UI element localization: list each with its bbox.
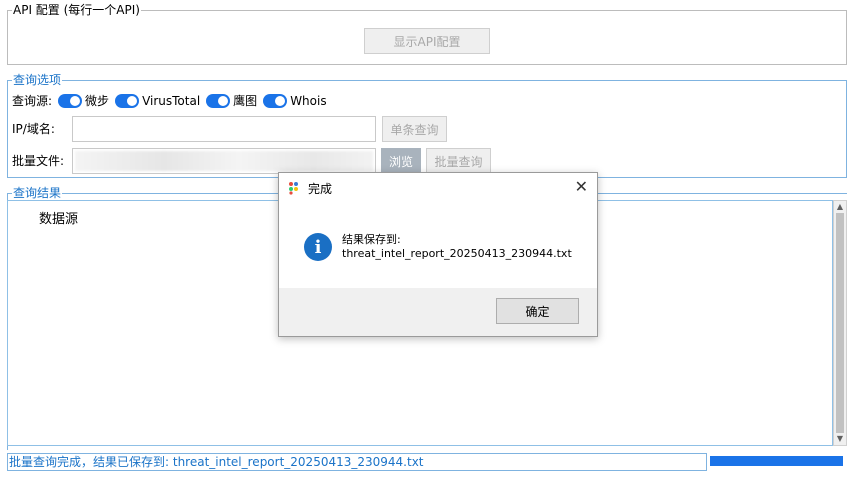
dialog-body: i 结果保存到: threat_intel_report_20250413_23… <box>279 203 597 288</box>
progress-bar <box>710 456 843 466</box>
completion-dialog: 完成 ✕ i 结果保存到: threat_intel_report_202504… <box>278 172 598 337</box>
query-options-legend: 查询选项 <box>12 73 63 87</box>
toggle-switch-icon[interactable] <box>263 94 288 108</box>
scroll-down-icon[interactable]: ▼ <box>834 434 846 444</box>
scrollbar-thumb[interactable] <box>836 213 844 433</box>
ok-button[interactable]: 确定 <box>496 298 579 324</box>
query-options-group: 查询选项 查询源: 微步 VirusTotal 鹰图 Whois IP/域名: … <box>7 73 847 178</box>
api-config-group: API 配置 (每行一个API) 显示API配置 <box>7 3 847 65</box>
source-label-whois: Whois <box>290 94 327 108</box>
scroll-up-icon[interactable]: ▲ <box>834 202 846 212</box>
ip-domain-input[interactable] <box>72 116 376 142</box>
dialog-titlebar: 完成 ✕ <box>279 173 597 203</box>
results-column-header: 数据源 <box>39 212 79 227</box>
source-option-yingtu[interactable]: 鹰图 <box>206 93 257 109</box>
api-config-legend: API 配置 (每行一个API) <box>12 3 141 17</box>
source-label-weibu: 微步 <box>85 94 110 108</box>
batch-file-label: 批量文件: <box>12 154 65 168</box>
status-message: 批量查询完成，结果已保存到: threat_intel_report_20250… <box>7 453 707 471</box>
source-row: 查询源: 微步 VirusTotal 鹰图 Whois <box>12 93 333 109</box>
show-api-config-button[interactable]: 显示API配置 <box>364 28 490 54</box>
toggle-switch-icon[interactable] <box>206 94 231 108</box>
ip-domain-label: IP/域名: <box>12 122 55 136</box>
query-source-label: 查询源: <box>12 94 53 108</box>
toggle-switch-icon[interactable] <box>115 94 140 108</box>
redacted-file-path <box>75 151 373 171</box>
batch-query-button[interactable]: 批量查询 <box>426 148 491 174</box>
close-icon[interactable]: ✕ <box>575 177 588 196</box>
dialog-message-line1: 结果保存到: <box>342 233 401 246</box>
source-label-yingtu: 鹰图 <box>233 94 258 108</box>
dialog-footer: 确定 <box>279 288 597 336</box>
source-label-virustotal: VirusTotal <box>142 94 201 108</box>
toggle-switch-icon[interactable] <box>58 94 83 108</box>
single-query-button[interactable]: 单条查询 <box>382 116 447 142</box>
results-legend: 查询结果 <box>12 186 63 200</box>
source-option-whois[interactable]: Whois <box>263 93 327 109</box>
browse-button[interactable]: 浏览 <box>381 148 421 174</box>
progress-bar-fill <box>710 456 843 466</box>
app-icon <box>289 182 298 195</box>
source-option-virustotal[interactable]: VirusTotal <box>115 93 200 109</box>
dialog-title: 完成 <box>308 182 333 196</box>
dialog-message-line2: threat_intel_report_20250413_230944.txt <box>342 247 572 260</box>
batch-file-path-input[interactable] <box>72 148 376 174</box>
source-option-weibu[interactable]: 微步 <box>58 93 109 109</box>
results-scrollbar[interactable]: ▲ ▼ <box>833 200 847 446</box>
info-icon: i <box>304 233 332 261</box>
